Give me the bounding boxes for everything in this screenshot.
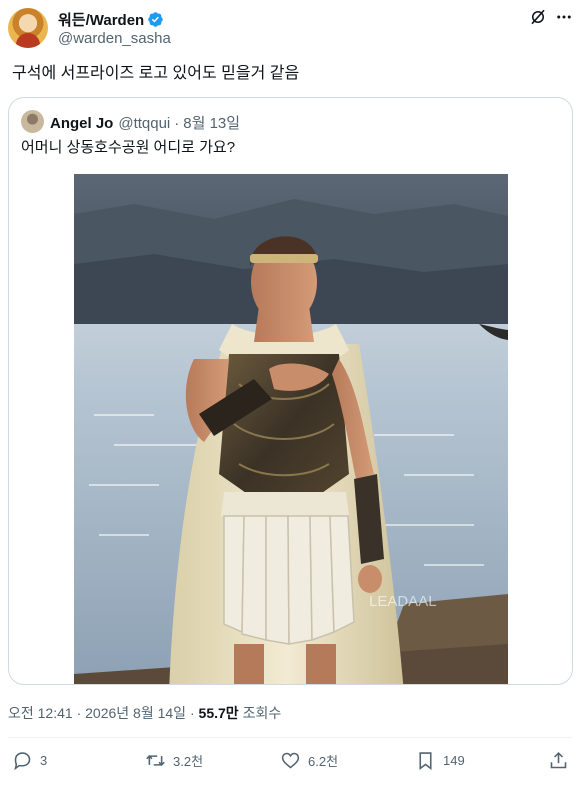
post-time[interactable]: 오전 12:41 bbox=[8, 705, 73, 721]
timestamp-separator: · bbox=[76, 705, 82, 721]
share-icon bbox=[550, 751, 567, 769]
retweet-button[interactable]: 3.2천 bbox=[145, 750, 203, 771]
tweet-text: 구석에 서프라이즈 로고 있어도 믿을거 같음 bbox=[12, 65, 300, 82]
quoted-tweet[interactable]: Angel Jo @ttqqui · 8월 13일 어머니 상동호수공원 어디로… bbox=[8, 97, 573, 685]
verified-badge-icon bbox=[148, 11, 163, 27]
grok-icon[interactable] bbox=[529, 8, 547, 26]
reply-count: 3 bbox=[40, 753, 48, 768]
like-count: 6.2천 bbox=[308, 754, 339, 769]
display-name-row: 워든/Warden bbox=[58, 9, 171, 29]
tweet-timestamp: 오전 12:41 · 2026년 8월 14일 · 55.7만 조회수 bbox=[8, 703, 281, 723]
author-display-name[interactable]: 워든/Warden bbox=[58, 9, 144, 30]
tweet-header: 워든/Warden @warden_sasha bbox=[8, 8, 572, 50]
quoted-separator: · bbox=[174, 115, 180, 132]
view-count-label: 조회수 bbox=[242, 705, 282, 721]
author-handle[interactable]: @warden_sasha bbox=[58, 30, 171, 47]
view-count: 55.7만 bbox=[198, 705, 239, 721]
quoted-author-handle[interactable]: @ttqqui bbox=[118, 115, 170, 132]
reply-button[interactable]: 3 bbox=[12, 750, 47, 771]
quoted-author-name[interactable]: Angel Jo bbox=[50, 115, 113, 132]
more-options-icon[interactable] bbox=[555, 8, 573, 26]
quoted-tweet-text: 어머니 상동호수공원 어디로 가요? bbox=[21, 139, 236, 156]
warrior-costume-photo: LEADAAL bbox=[74, 174, 508, 684]
heart-icon bbox=[281, 752, 300, 769]
bookmark-count: 149 bbox=[443, 753, 465, 768]
author-names: 워든/Warden @warden_sasha bbox=[58, 9, 171, 48]
image-watermark: LEADAAL bbox=[369, 593, 437, 610]
bookmark-icon bbox=[419, 752, 432, 770]
quoted-tweet-header: Angel Jo @ttqqui · 8월 13일 bbox=[50, 112, 240, 133]
author-avatar[interactable] bbox=[8, 8, 48, 48]
retweet-icon bbox=[146, 755, 165, 766]
action-bar: 3 3.2천 6.2천 149 bbox=[0, 748, 580, 778]
reply-icon bbox=[14, 752, 31, 771]
divider bbox=[8, 737, 572, 738]
quoted-author-avatar[interactable] bbox=[21, 110, 44, 133]
like-button[interactable]: 6.2천 bbox=[280, 750, 338, 771]
quoted-date[interactable]: 8월 13일 bbox=[183, 112, 240, 133]
quoted-tweet-image[interactable]: LEADAAL bbox=[74, 174, 508, 684]
post-date[interactable]: 2026년 8월 14일 bbox=[85, 705, 186, 721]
timestamp-separator-2: · bbox=[189, 705, 195, 721]
share-button[interactable] bbox=[548, 750, 576, 771]
bookmark-button[interactable]: 149 bbox=[415, 750, 465, 771]
retweet-count: 3.2천 bbox=[173, 754, 204, 769]
